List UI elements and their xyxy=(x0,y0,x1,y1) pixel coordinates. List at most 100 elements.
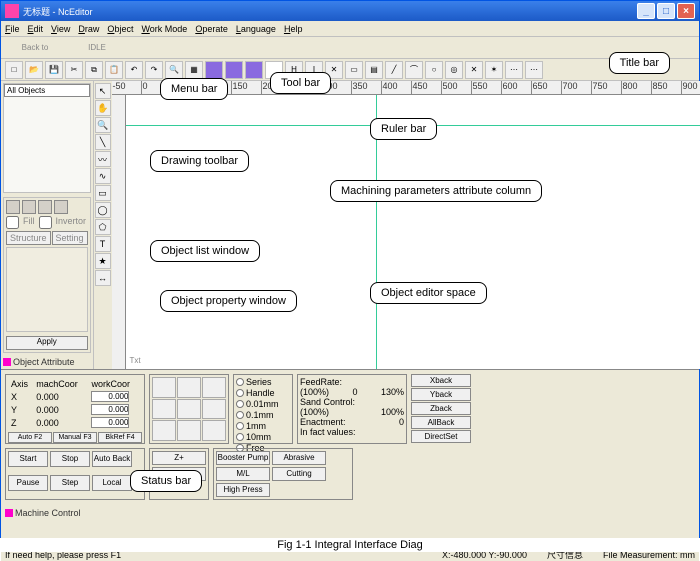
object-attribute-tab[interactable]: Object Attribute xyxy=(3,355,91,369)
tool-arc[interactable]: ⌒ xyxy=(405,61,423,79)
step-option[interactable]: 0.01mm xyxy=(236,399,290,409)
tool-star[interactable]: ✶ xyxy=(485,61,503,79)
tool-misc2[interactable]: ⋯ xyxy=(525,61,543,79)
axis-btn[interactable]: Auto F2 xyxy=(8,432,52,443)
menu-object[interactable]: Object xyxy=(107,24,133,34)
pump-button[interactable]: High Press xyxy=(216,483,270,497)
pump-button[interactable]: Abrasive xyxy=(272,451,326,465)
step-option[interactable]: 10mm xyxy=(236,432,290,442)
apply-button[interactable]: Apply xyxy=(6,336,88,350)
step-box: SeriesHandle0.01mm0.1mm1mm10mmFree xyxy=(233,374,293,444)
menu-language[interactable]: Language xyxy=(236,24,276,34)
tool-save[interactable]: 💾 xyxy=(45,61,63,79)
menu-draw[interactable]: Draw xyxy=(78,24,99,34)
pump-button[interactable]: Cutting xyxy=(272,467,326,481)
tool-fill3[interactable] xyxy=(245,61,263,79)
local-button[interactable]: Local xyxy=(92,475,132,491)
menu-view[interactable]: View xyxy=(51,24,70,34)
tool-align[interactable]: ▦ xyxy=(185,61,203,79)
draw-pan-icon[interactable]: ✋ xyxy=(95,100,111,116)
tool-circ2[interactable]: ◎ xyxy=(445,61,463,79)
jog-w[interactable] xyxy=(152,399,176,420)
fill-checkbox[interactable] xyxy=(6,216,19,229)
app-icon xyxy=(5,4,19,18)
step-option[interactable]: Series xyxy=(236,377,290,387)
close-button[interactable]: × xyxy=(677,3,695,19)
yback-button[interactable]: Yback xyxy=(411,388,471,401)
draw-zoom-icon[interactable]: 🔍 xyxy=(95,117,111,133)
jog-center[interactable] xyxy=(177,399,201,420)
move-up[interactable] xyxy=(38,200,52,214)
step-option[interactable]: 0.1mm xyxy=(236,410,290,420)
step-option[interactable]: 1mm xyxy=(236,421,290,431)
xback-button[interactable]: Xback xyxy=(411,374,471,387)
workcoor-Z[interactable] xyxy=(91,417,129,428)
menu-workmode[interactable]: Work Mode xyxy=(141,24,187,34)
tool-misc1[interactable]: ⋯ xyxy=(505,61,523,79)
machine-control-tab[interactable]: Machine Control xyxy=(5,506,695,520)
menu-edit[interactable]: Edit xyxy=(28,24,44,34)
draw-ellipse-icon[interactable]: ◯ xyxy=(95,202,111,218)
step-option[interactable]: Handle xyxy=(236,388,290,398)
pump-button[interactable]: M/L xyxy=(216,467,270,481)
maximize-button[interactable]: □ xyxy=(657,3,675,19)
stop-button[interactable]: Stop xyxy=(50,451,90,467)
jog-sw[interactable] xyxy=(152,420,176,441)
zback-button[interactable]: Zback xyxy=(411,402,471,415)
z-plus-button[interactable]: Z+ xyxy=(152,451,206,465)
tool-circ1[interactable]: ○ xyxy=(425,61,443,79)
tool-open[interactable]: 📂 xyxy=(25,61,43,79)
tool-paste[interactable]: 📋 xyxy=(105,61,123,79)
draw-line-icon[interactable]: ╲ xyxy=(95,134,111,150)
jog-s[interactable] xyxy=(177,420,201,441)
object-list-window[interactable]: All Objects xyxy=(3,83,91,193)
pump-button[interactable]: Booster Pump xyxy=(216,451,270,465)
draw-polygon-icon[interactable]: ⬠ xyxy=(95,219,111,235)
tool-zoom[interactable]: 🔍 xyxy=(165,61,183,79)
draw-star-icon[interactable]: ★ xyxy=(95,253,111,269)
jog-se[interactable] xyxy=(202,420,226,441)
tool-sel[interactable]: ▭ xyxy=(345,61,363,79)
move-down[interactable] xyxy=(54,200,68,214)
tool-new[interactable]: □ xyxy=(5,61,23,79)
step-button[interactable]: Step xyxy=(50,475,90,491)
tool-redo[interactable]: ↷ xyxy=(145,61,163,79)
tool-grid[interactable]: ▤ xyxy=(365,61,383,79)
draw-pointer-icon[interactable]: ↖ xyxy=(95,83,111,99)
tab-setting[interactable]: Setting xyxy=(52,231,88,245)
tool-cut[interactable]: ✂ xyxy=(65,61,83,79)
tool-cross[interactable]: ✕ xyxy=(465,61,483,79)
auto-back-button[interactable]: Auto Back xyxy=(92,451,132,467)
tool-line[interactable]: ╱ xyxy=(385,61,403,79)
workcoor-Y[interactable] xyxy=(91,404,129,415)
menu-file[interactable]: File xyxy=(5,24,20,34)
jog-ne[interactable] xyxy=(202,377,226,398)
tool-fill1[interactable] xyxy=(205,61,223,79)
draw-rect-icon[interactable]: ▭ xyxy=(95,185,111,201)
pause-button[interactable]: Pause xyxy=(8,475,48,491)
jog-n[interactable] xyxy=(177,377,201,398)
axis-btn[interactable]: Manual F3 xyxy=(53,432,97,443)
menu-help[interactable]: Help xyxy=(284,24,303,34)
draw-polyline-icon[interactable]: 〰 xyxy=(95,151,111,167)
move-right[interactable] xyxy=(22,200,36,214)
workcoor-X[interactable] xyxy=(91,391,129,402)
allback-button[interactable]: AllBack xyxy=(411,416,471,429)
draw-curve-icon[interactable]: ∿ xyxy=(95,168,111,184)
move-left[interactable] xyxy=(6,200,20,214)
draw-dim-icon[interactable]: ↔ xyxy=(95,270,111,286)
tool-fill2[interactable] xyxy=(225,61,243,79)
menu-operate[interactable]: Operate xyxy=(195,24,228,34)
title-bar: 无标题 - NcEditor _ □ × xyxy=(1,1,699,21)
minimize-button[interactable]: _ xyxy=(637,3,655,19)
axis-btn[interactable]: BkRef F4 xyxy=(98,432,142,443)
draw-text-icon[interactable]: T xyxy=(95,236,111,252)
tool-undo[interactable]: ↶ xyxy=(125,61,143,79)
jog-e[interactable] xyxy=(202,399,226,420)
tab-structure[interactable]: Structure xyxy=(6,231,51,245)
directset-button[interactable]: DirectSet xyxy=(411,430,471,443)
invertor-checkbox[interactable] xyxy=(39,216,52,229)
start-button[interactable]: Start xyxy=(8,451,48,467)
jog-nw[interactable] xyxy=(152,377,176,398)
tool-copy[interactable]: ⧉ xyxy=(85,61,103,79)
